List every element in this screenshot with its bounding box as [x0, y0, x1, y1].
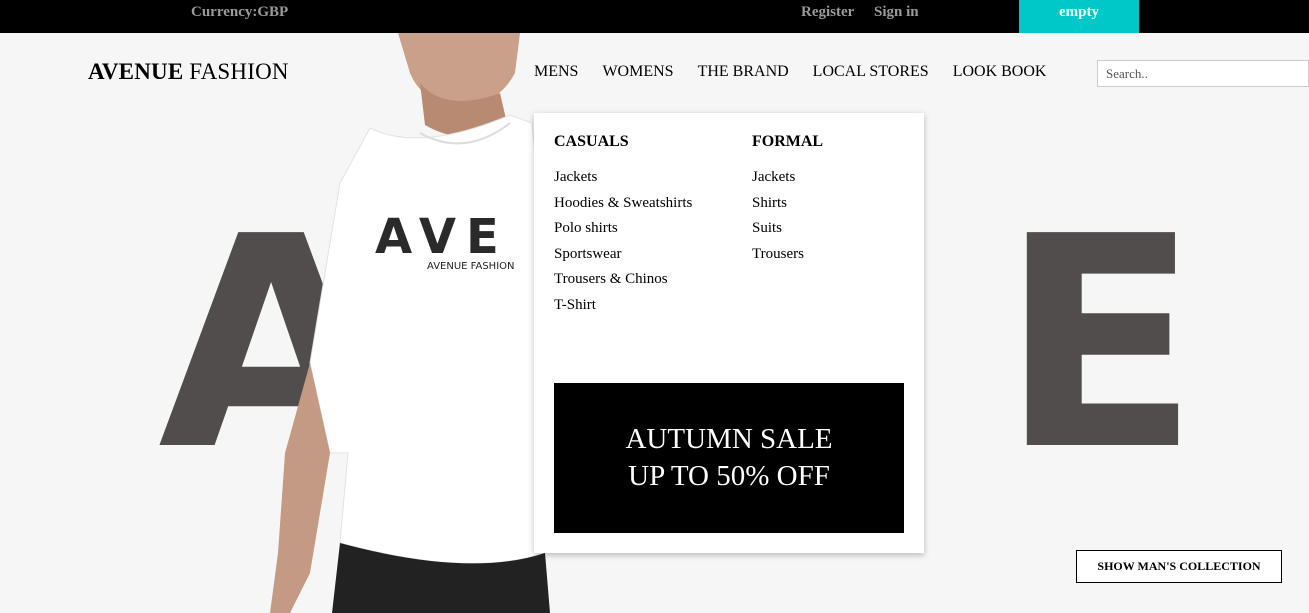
casuals-column: CASUALS Jackets Hoodies & Sweatshirts Po… — [554, 133, 692, 318]
cart-button[interactable]: empty — [1019, 0, 1139, 33]
menu-link[interactable]: T-Shirt — [554, 293, 692, 319]
menu-link[interactable]: Trousers & Chinos — [554, 267, 692, 293]
menu-link[interactable]: Shirts — [752, 191, 823, 217]
sale-line-2: UP TO 50% OFF — [628, 460, 830, 492]
menu-link[interactable]: Polo shirts — [554, 216, 692, 242]
signin-link[interactable]: Sign in — [874, 4, 919, 21]
nav-local-stores[interactable]: LOCAL STORES — [813, 63, 929, 81]
nav-mens[interactable]: MENS — [534, 63, 578, 81]
nav-womens[interactable]: WOMENS — [602, 63, 673, 81]
model-image: AVE AVENUE FASHION — [270, 33, 550, 613]
menu-link[interactable]: Jackets — [554, 165, 692, 191]
sale-line-1: AUTUMN SALE — [625, 423, 833, 455]
hero-letter-e: E — [1000, 174, 1200, 514]
shirt-brand: AVENUE FASHION — [427, 261, 515, 272]
register-link[interactable]: Register — [801, 4, 854, 21]
formal-heading: FORMAL — [752, 133, 824, 150]
top-bar: Currency:GBP Register Sign in empty — [0, 0, 1309, 33]
shirt-print: AVE — [375, 209, 509, 265]
main-nav: MENS WOMENS THE BRAND LOCAL STORES LOOK … — [534, 63, 1070, 81]
autumn-sale-banner[interactable]: AUTUMN SALE UP TO 50% OFF — [554, 383, 904, 533]
mens-mega-menu: CASUALS Jackets Hoodies & Sweatshirts Po… — [534, 113, 924, 553]
casuals-heading: CASUALS — [554, 133, 629, 150]
currency-selector[interactable]: Currency:GBP — [191, 4, 288, 21]
formal-column: FORMAL Jackets Shirts Suits Trousers — [752, 133, 823, 267]
menu-link[interactable]: Sportswear — [554, 242, 692, 268]
show-mans-collection-button[interactable]: SHOW MAN'S COLLECTION — [1076, 550, 1282, 583]
nav-look-book[interactable]: LOOK BOOK — [953, 63, 1047, 81]
nav-the-brand[interactable]: THE BRAND — [698, 63, 789, 81]
menu-link[interactable]: Hoodies & Sweatshirts — [554, 191, 692, 217]
menu-link[interactable]: Suits — [752, 216, 823, 242]
menu-link[interactable]: Trousers — [752, 242, 823, 268]
menu-link[interactable]: Jackets — [752, 165, 823, 191]
search-input[interactable] — [1097, 60, 1309, 87]
site-logo[interactable]: AVENUE FASHION — [88, 59, 289, 85]
